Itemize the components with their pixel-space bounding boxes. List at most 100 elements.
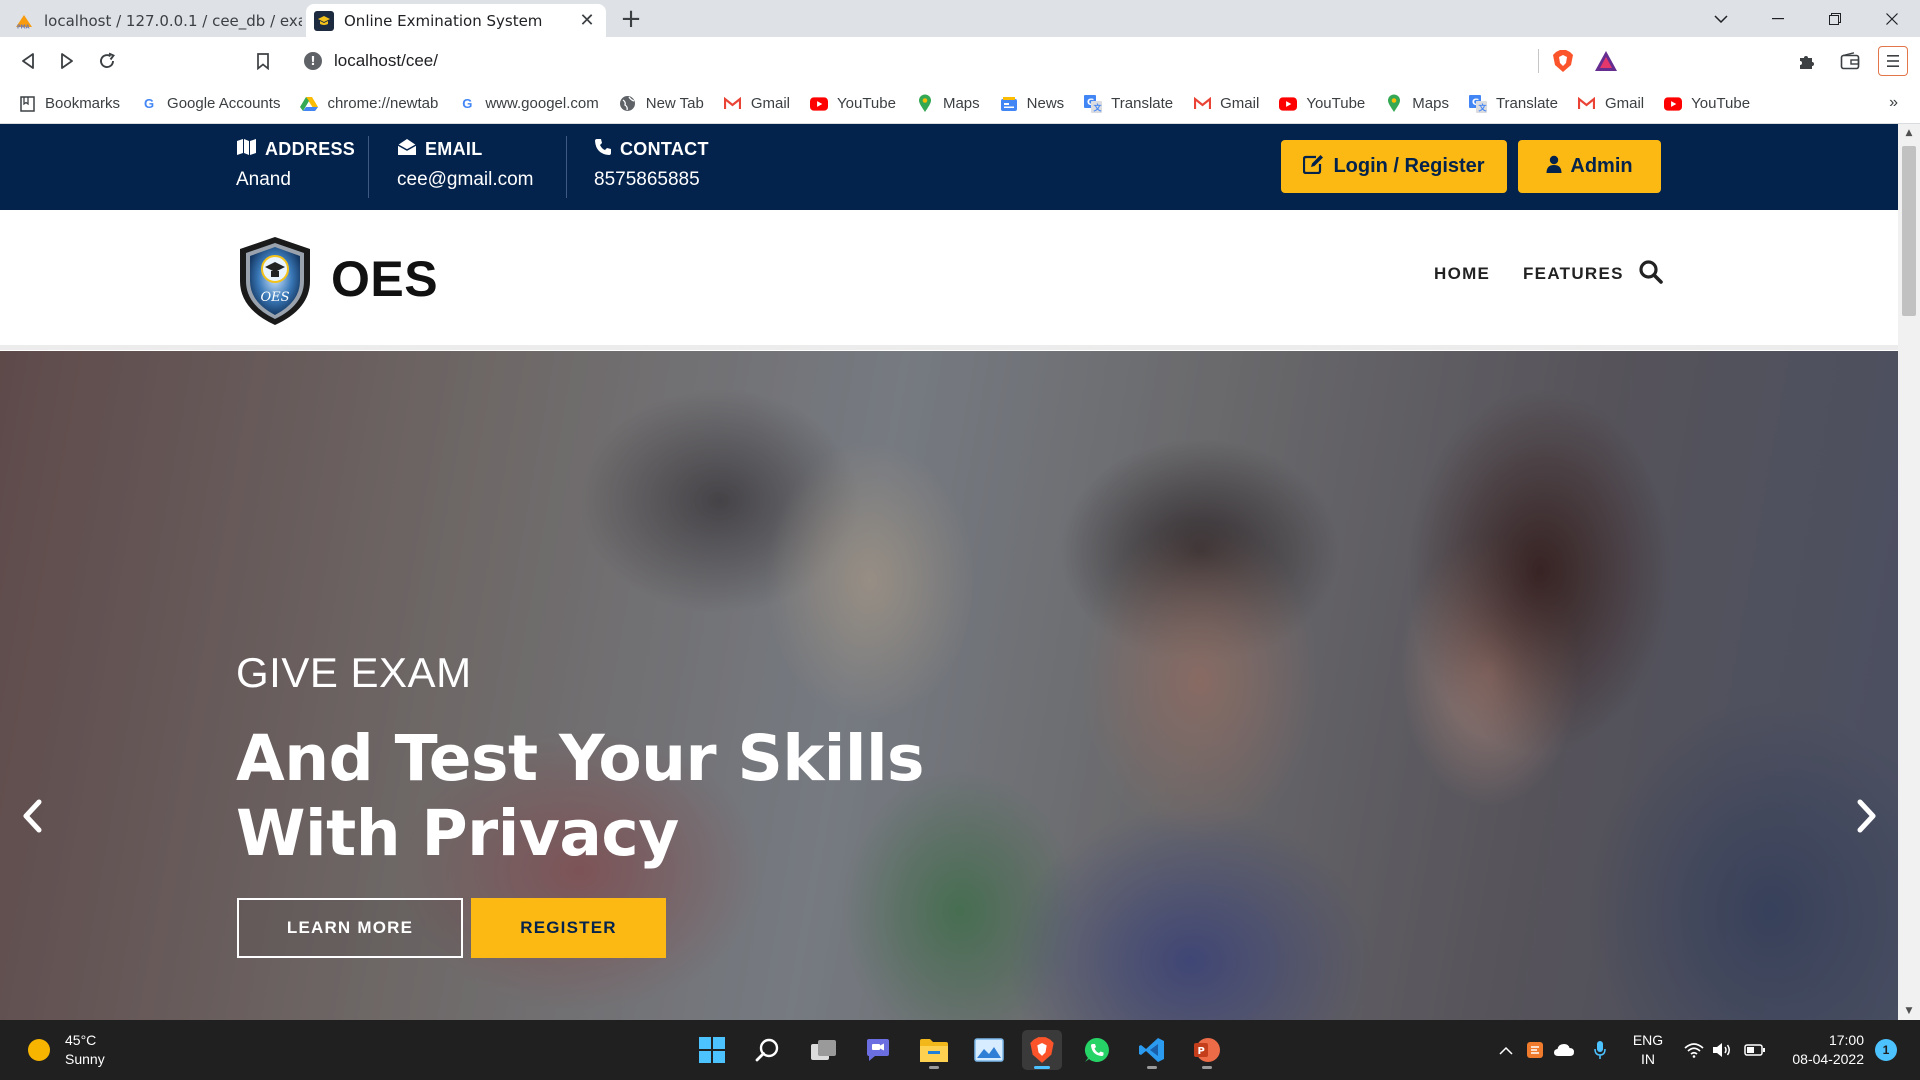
bookmark-page-icon[interactable]: [248, 46, 278, 76]
learn-more-button[interactable]: LEARN MORE: [237, 898, 463, 958]
sun-icon: [28, 1039, 50, 1061]
language-indicator[interactable]: ENG IN: [1624, 1020, 1672, 1080]
topbar-divider: [566, 136, 567, 198]
brave-rewards-icon[interactable]: [1591, 46, 1621, 76]
bookmark-item[interactable]: Maps: [1385, 94, 1449, 113]
tab-online-examination[interactable]: Online Exmination System ✕: [306, 4, 606, 37]
bookmark-item[interactable]: chrome://newtab: [300, 95, 438, 113]
bookmark-item[interactable]: YouTube: [1279, 95, 1365, 113]
teams-chat-icon[interactable]: [858, 1030, 898, 1070]
news-icon: [1000, 95, 1018, 113]
hero-title: And Test Your Skills With Privacy: [236, 722, 925, 870]
nav-features[interactable]: FEATURES: [1523, 264, 1624, 284]
maps-icon: [916, 94, 934, 113]
youtube-icon: [810, 95, 828, 113]
site-header: OES OES HOME FEATURES: [0, 210, 1898, 350]
brave-taskbar-icon[interactable]: [1022, 1030, 1062, 1070]
tab-search-chevron-icon[interactable]: [1692, 0, 1749, 37]
bookmark-item[interactable]: YouTube: [1664, 95, 1750, 113]
task-view-icon[interactable]: [804, 1030, 844, 1070]
address-bar[interactable]: ! localhost/cee/: [292, 44, 1598, 78]
bookmark-item[interactable]: G文 Translate: [1468, 94, 1558, 113]
phone-icon: [594, 138, 620, 161]
new-tab-button[interactable]: +: [616, 4, 646, 34]
page-viewport: ADDRESS Anand EMAIL cee@gmail.com CONTAC…: [0, 124, 1920, 1020]
close-tab-icon[interactable]: ✕: [576, 10, 598, 31]
powerpoint-icon[interactable]: P: [1187, 1030, 1227, 1070]
nav-home[interactable]: HOME: [1434, 264, 1490, 284]
site-info-icon[interactable]: !: [304, 52, 322, 70]
bookmark-item[interactable]: G文 Translate: [1084, 94, 1173, 113]
admin-button[interactable]: Admin: [1518, 140, 1661, 193]
page-scrollbar[interactable]: ▲ ▼: [1898, 124, 1920, 1020]
logo-text: OES: [260, 290, 289, 305]
show-hidden-icons-chevron-icon[interactable]: [1494, 1020, 1518, 1080]
email-value[interactable]: cee@gmail.com: [397, 169, 534, 191]
site-topbar: ADDRESS Anand EMAIL cee@gmail.com CONTAC…: [0, 124, 1898, 210]
scroll-down-icon[interactable]: ▼: [1898, 1002, 1920, 1020]
bookmark-item[interactable]: G www.googel.com: [458, 95, 598, 113]
vscode-icon[interactable]: [1132, 1030, 1172, 1070]
bookmark-item[interactable]: News: [1000, 95, 1064, 113]
brand-name[interactable]: OES: [331, 250, 438, 308]
bookmark-item[interactable]: G Google Accounts: [140, 95, 280, 113]
volume-icon[interactable]: [1710, 1020, 1734, 1080]
contact-label: CONTACT: [620, 139, 709, 159]
scroll-up-icon[interactable]: ▲: [1898, 124, 1920, 142]
extensions-icon[interactable]: [1792, 46, 1822, 76]
bookmark-item[interactable]: YouTube: [810, 95, 896, 113]
search-icon[interactable]: [1638, 259, 1666, 287]
more-bookmarks-icon[interactable]: »: [1889, 94, 1898, 112]
bookmark-item[interactable]: New Tab: [619, 95, 704, 113]
app-tray-icon[interactable]: [1522, 1020, 1548, 1080]
menu-icon[interactable]: [1878, 46, 1908, 76]
maps-icon: [1385, 94, 1403, 113]
forward-icon[interactable]: [52, 46, 82, 76]
contact-value[interactable]: 8575865885: [594, 169, 709, 191]
login-register-button[interactable]: Login / Register: [1281, 140, 1507, 193]
address-block: ADDRESS Anand: [236, 138, 355, 200]
carousel-next-icon[interactable]: [1847, 791, 1887, 841]
battery-icon[interactable]: [1742, 1020, 1768, 1080]
back-icon[interactable]: [13, 46, 43, 76]
gmail-icon: [1193, 95, 1211, 113]
minimize-button[interactable]: [1749, 0, 1806, 37]
restore-button[interactable]: [1806, 0, 1863, 37]
search-taskbar-icon[interactable]: [748, 1030, 788, 1070]
globe-icon: [619, 95, 637, 113]
browser-toolbar: ! localhost/cee/: [0, 37, 1920, 84]
bookmark-item[interactable]: Maps: [916, 94, 980, 113]
file-explorer-icon[interactable]: [914, 1030, 954, 1070]
url-text[interactable]: localhost/cee/: [334, 51, 438, 71]
wifi-icon[interactable]: [1682, 1020, 1706, 1080]
svg-text:文: 文: [1478, 102, 1487, 112]
microphone-icon[interactable]: [1588, 1020, 1612, 1080]
wallet-icon[interactable]: [1835, 46, 1865, 76]
start-icon[interactable]: [692, 1030, 732, 1070]
brave-shields-icon[interactable]: [1548, 46, 1578, 76]
svg-text:PMA: PMA: [17, 24, 30, 29]
edit-icon: [1303, 154, 1333, 180]
whatsapp-icon[interactable]: [1077, 1030, 1117, 1070]
weather-widget[interactable]: 45°C Sunny: [28, 1031, 105, 1069]
onedrive-icon[interactable]: [1550, 1020, 1578, 1080]
address-value: Anand: [236, 169, 291, 190]
scrollbar-thumb[interactable]: [1902, 146, 1916, 316]
close-window-button[interactable]: [1863, 0, 1920, 37]
carousel-prev-icon[interactable]: [12, 791, 52, 841]
clock[interactable]: 17:00 08-04-2022: [1776, 1020, 1864, 1080]
reload-icon[interactable]: [92, 46, 122, 76]
bookmark-item[interactable]: Gmail: [1193, 95, 1259, 113]
bookmark-item[interactable]: Bookmarks: [18, 95, 120, 113]
running-indicator: [929, 1066, 939, 1069]
register-button[interactable]: REGISTER: [471, 898, 666, 958]
oes-logo[interactable]: OES: [236, 235, 314, 327]
bookmark-item[interactable]: Gmail: [724, 95, 790, 113]
photos-icon[interactable]: [969, 1030, 1009, 1070]
tab-phpmyadmin[interactable]: PMA localhost / 127.0.0.1 / cee_db / exa…: [6, 4, 302, 37]
notifications-button[interactable]: 1: [1874, 1020, 1898, 1080]
bookmark-item[interactable]: Gmail: [1578, 95, 1644, 113]
oes-favicon-icon: [314, 10, 334, 31]
tab-title: Online Exmination System: [344, 11, 543, 30]
svg-text:P: P: [1198, 1046, 1205, 1057]
